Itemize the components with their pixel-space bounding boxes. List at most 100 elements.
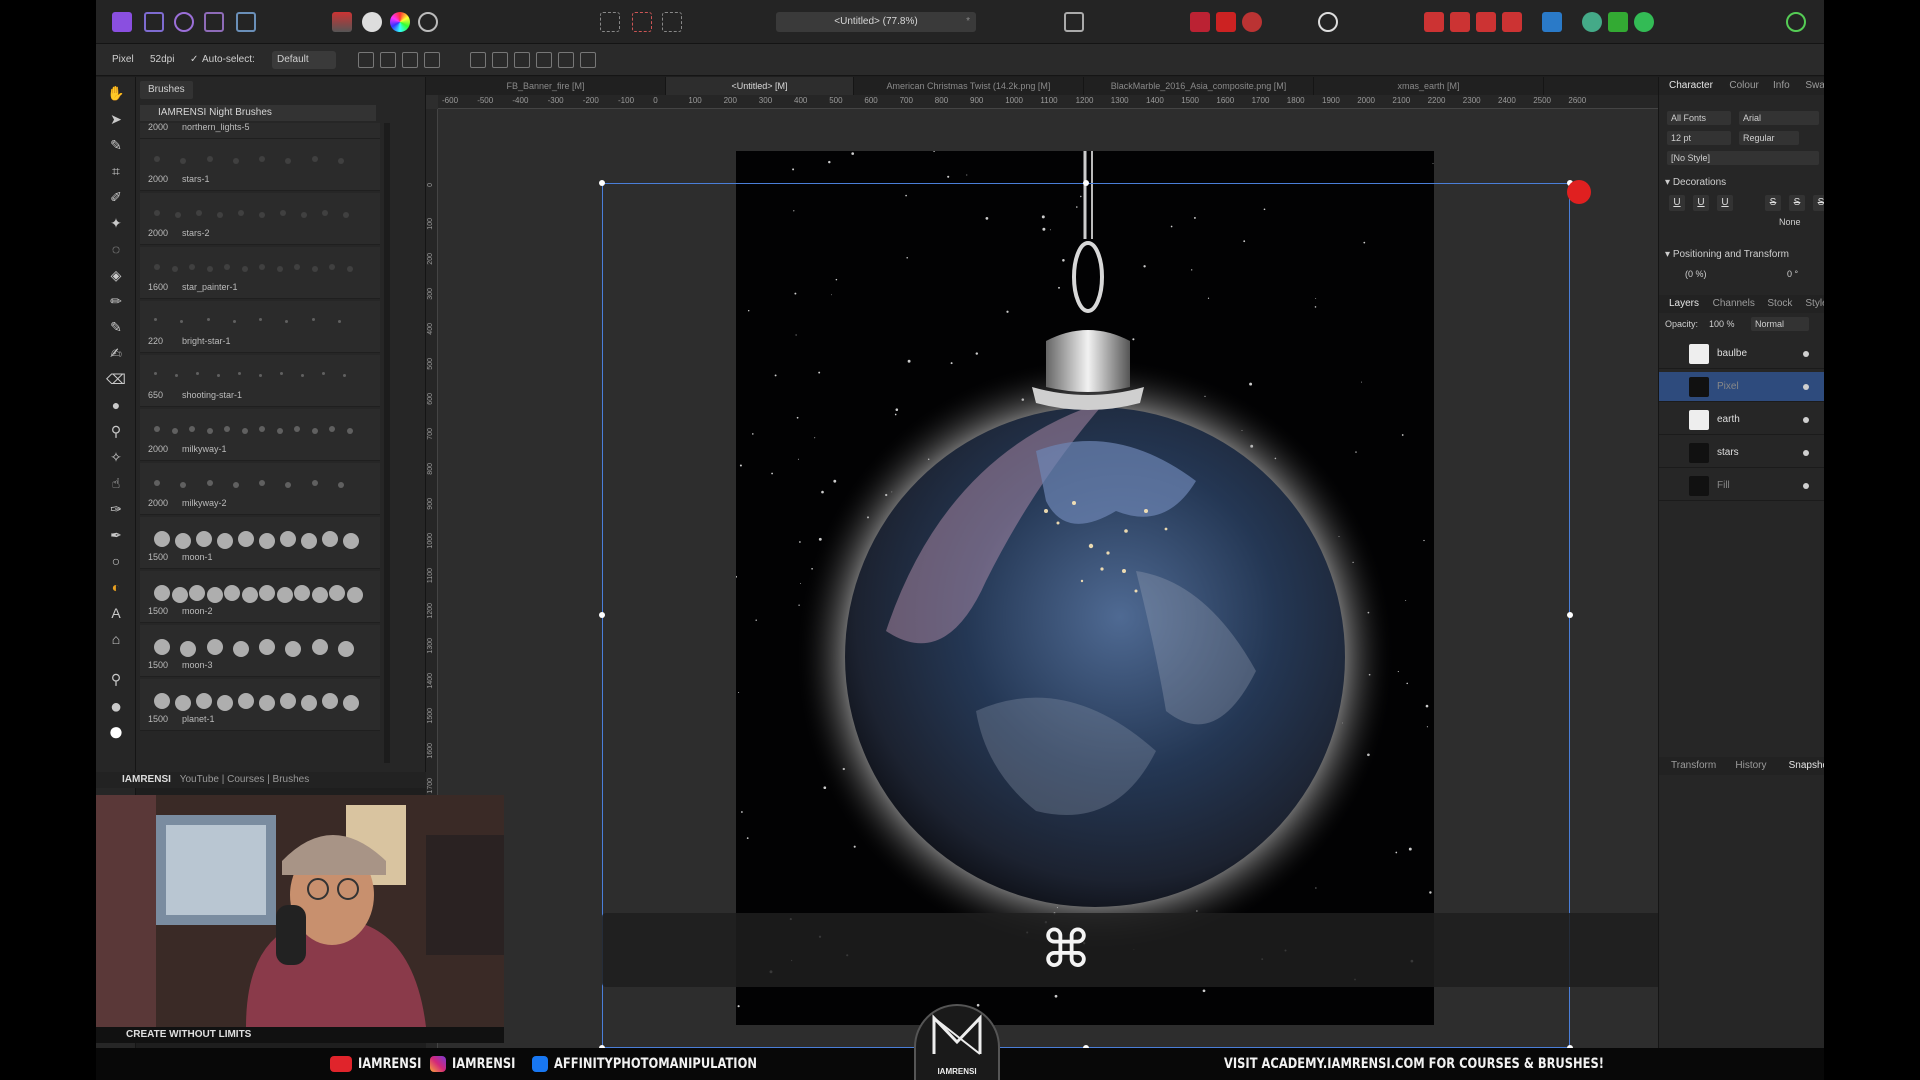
color-wheel-icon[interactable] <box>390 12 410 32</box>
align-left-icon[interactable] <box>470 52 486 68</box>
brush-item[interactable]: 220 bright-star-1 <box>140 301 380 353</box>
comment-icon[interactable] <box>1318 12 1338 32</box>
mesh-warp-icon[interactable]: ◐ <box>106 577 126 597</box>
quick-mask-icon[interactable] <box>1064 12 1084 32</box>
paint-brush-icon[interactable]: ✏ <box>106 291 126 311</box>
font-style-dropdown[interactable]: Regular <box>1739 131 1799 145</box>
layer-row[interactable]: baulbe <box>1659 339 1824 369</box>
deselect-icon[interactable] <box>632 12 652 32</box>
select-all-icon[interactable] <box>600 12 620 32</box>
decoration-button[interactable]: U <box>1717 195 1733 211</box>
selection-brush-icon[interactable]: ✐ <box>106 187 126 207</box>
pen-tool-icon[interactable]: ✒ <box>106 525 126 545</box>
rotate-handle-icon[interactable] <box>1567 180 1591 204</box>
flood-select-icon[interactable]: ✦ <box>106 213 126 233</box>
font-family-dropdown[interactable]: Arial <box>1739 111 1819 125</box>
panel-tab[interactable]: Transform <box>1671 759 1716 773</box>
layer-visibility-icon[interactable] <box>1803 384 1809 390</box>
invert-selection-icon[interactable] <box>662 12 682 32</box>
brush-list[interactable]: 2000 northern_lights-5 2000 stars-1 2000 st… <box>140 123 380 771</box>
transform-handle-right[interactable] <box>1567 612 1573 618</box>
panel-tab[interactable]: Styles <box>1805 297 1824 311</box>
blend-mode-dropdown[interactable]: Normal <box>1751 317 1809 331</box>
brush-item[interactable]: 1500 moon-2 <box>140 571 380 623</box>
auto-contrast-icon[interactable] <box>362 12 382 32</box>
align-icon[interactable] <box>1542 12 1562 32</box>
layer-row[interactable]: Fill <box>1659 471 1824 501</box>
foreground-color-icon[interactable]: ● <box>106 697 126 717</box>
canvas-area[interactable]: FB_Banner_fire [M] <Untitled> [M] American… <box>426 77 1672 1080</box>
brush-item[interactable]: 1600 star_painter-1 <box>140 247 380 299</box>
document-tab[interactable]: BlackMarble_2016_Asia_composite.png [M] <box>1084 77 1314 95</box>
text-style-dropdown[interactable]: [No Style] <box>1667 151 1819 165</box>
brush-item[interactable]: 2000 milkyway-1 <box>140 409 380 461</box>
snapping-icon[interactable] <box>1216 12 1236 32</box>
brush-item[interactable]: 1500 moon-3 <box>140 625 380 677</box>
transform-handle-left[interactable] <box>599 612 605 618</box>
panel-tab[interactable]: History <box>1735 759 1766 773</box>
brush-item[interactable]: 2000 milkyway-2 <box>140 463 380 515</box>
zoom-tool-icon[interactable]: ⚲ <box>106 669 126 689</box>
color-picker-icon[interactable]: ✎ <box>106 135 126 155</box>
layer-row[interactable]: earth <box>1659 405 1824 435</box>
move-tool-icon[interactable]: ➤ <box>106 109 126 129</box>
brush-item[interactable]: 1500 planet-1 <box>140 679 380 731</box>
white-balance-icon[interactable] <box>418 12 438 32</box>
brush-item[interactable]: 1500 moon-1 <box>140 517 380 569</box>
flip-icon[interactable] <box>380 52 396 68</box>
brush-item[interactable]: 2000 stars-2 <box>140 193 380 245</box>
transform-handle-top-right[interactable] <box>1567 180 1573 186</box>
smudge-tool-icon[interactable]: ☝ <box>106 473 126 493</box>
export-persona-icon[interactable] <box>236 12 256 32</box>
magnet-icon[interactable] <box>1242 12 1262 32</box>
flood-fill-icon[interactable]: ◈ <box>106 265 126 285</box>
levels-icon[interactable] <box>332 12 352 32</box>
erase-brush-icon[interactable]: ⌫ <box>106 369 126 389</box>
panel-tab[interactable]: Stock <box>1767 297 1792 311</box>
clone-tool-icon[interactable]: ⚲ <box>106 421 126 441</box>
kerning-value[interactable]: (0 %) <box>1685 269 1707 279</box>
panel-tab[interactable]: Character <box>1669 79 1713 93</box>
panel-tab[interactable]: Channels <box>1713 297 1755 311</box>
marquee-tool-icon[interactable]: ◌ <box>106 239 126 259</box>
sync-icon[interactable] <box>1608 12 1628 32</box>
brush-item-partial[interactable]: 2000 northern_lights-5 <box>140 123 380 139</box>
panel-tab[interactable]: Layers <box>1669 297 1699 311</box>
auto-select-dropdown[interactable]: Default <box>272 51 336 69</box>
assistant-icon[interactable] <box>1190 12 1210 32</box>
decorations-heading[interactable]: ▾ Decorations <box>1665 177 1726 188</box>
decoration-button[interactable]: U <box>1669 195 1685 211</box>
layer-row[interactable]: stars <box>1659 438 1824 468</box>
rotation-value[interactable]: 0 ° <box>1787 269 1798 279</box>
background-color-icon[interactable]: ● <box>106 718 126 744</box>
persona-studio-icon[interactable] <box>1582 12 1602 32</box>
brushes-tab[interactable]: Brushes <box>140 81 193 99</box>
align-right-icon[interactable] <box>514 52 530 68</box>
pixel-tool-icon[interactable]: ✎ <box>106 317 126 337</box>
brush-list-scrollbar[interactable] <box>384 123 390 763</box>
tone-mapping-persona-icon[interactable] <box>204 12 224 32</box>
decoration-button[interactable]: S <box>1813 195 1824 211</box>
document-title[interactable]: <Untitled> (77.8%) * <box>776 12 976 32</box>
horizontal-ruler[interactable]: -600 -500 -400 -300 -200 -100 0 100 200 300 400 500… <box>438 95 1658 109</box>
align-center-icon[interactable] <box>492 52 508 68</box>
layer-visibility-icon[interactable] <box>1803 417 1809 423</box>
document-tab[interactable]: FB_Banner_fire [M] <box>426 77 666 95</box>
document-tab[interactable]: xmas_earth [M] <box>1314 77 1544 95</box>
studio-links[interactable]: YouTube | Courses | Brushes <box>174 774 310 785</box>
shape-tool-icon[interactable]: ○ <box>106 551 126 571</box>
brush-item[interactable]: 2000 stars-1 <box>140 139 380 191</box>
brush-item[interactable]: 650 shooting-star-1 <box>140 355 380 407</box>
text-tool-icon[interactable]: A <box>106 603 126 623</box>
panel-tab[interactable]: Colour <box>1729 79 1758 93</box>
perspective-icon[interactable]: ⌂ <box>106 629 126 649</box>
liquify-persona-icon[interactable] <box>144 12 164 32</box>
align-top-icon[interactable] <box>536 52 552 68</box>
panel-tab[interactable]: Swatches <box>1805 79 1824 93</box>
layer-row[interactable]: Pixel <box>1659 372 1824 402</box>
color-replacement-icon[interactable]: ✍ <box>106 343 126 363</box>
view-tool-hand-icon[interactable]: ✋ <box>106 83 126 103</box>
positioning-heading[interactable]: ▾ Positioning and Transform <box>1665 249 1789 260</box>
arrange-back-icon[interactable] <box>1424 12 1444 32</box>
develop-persona-icon[interactable] <box>174 12 194 32</box>
